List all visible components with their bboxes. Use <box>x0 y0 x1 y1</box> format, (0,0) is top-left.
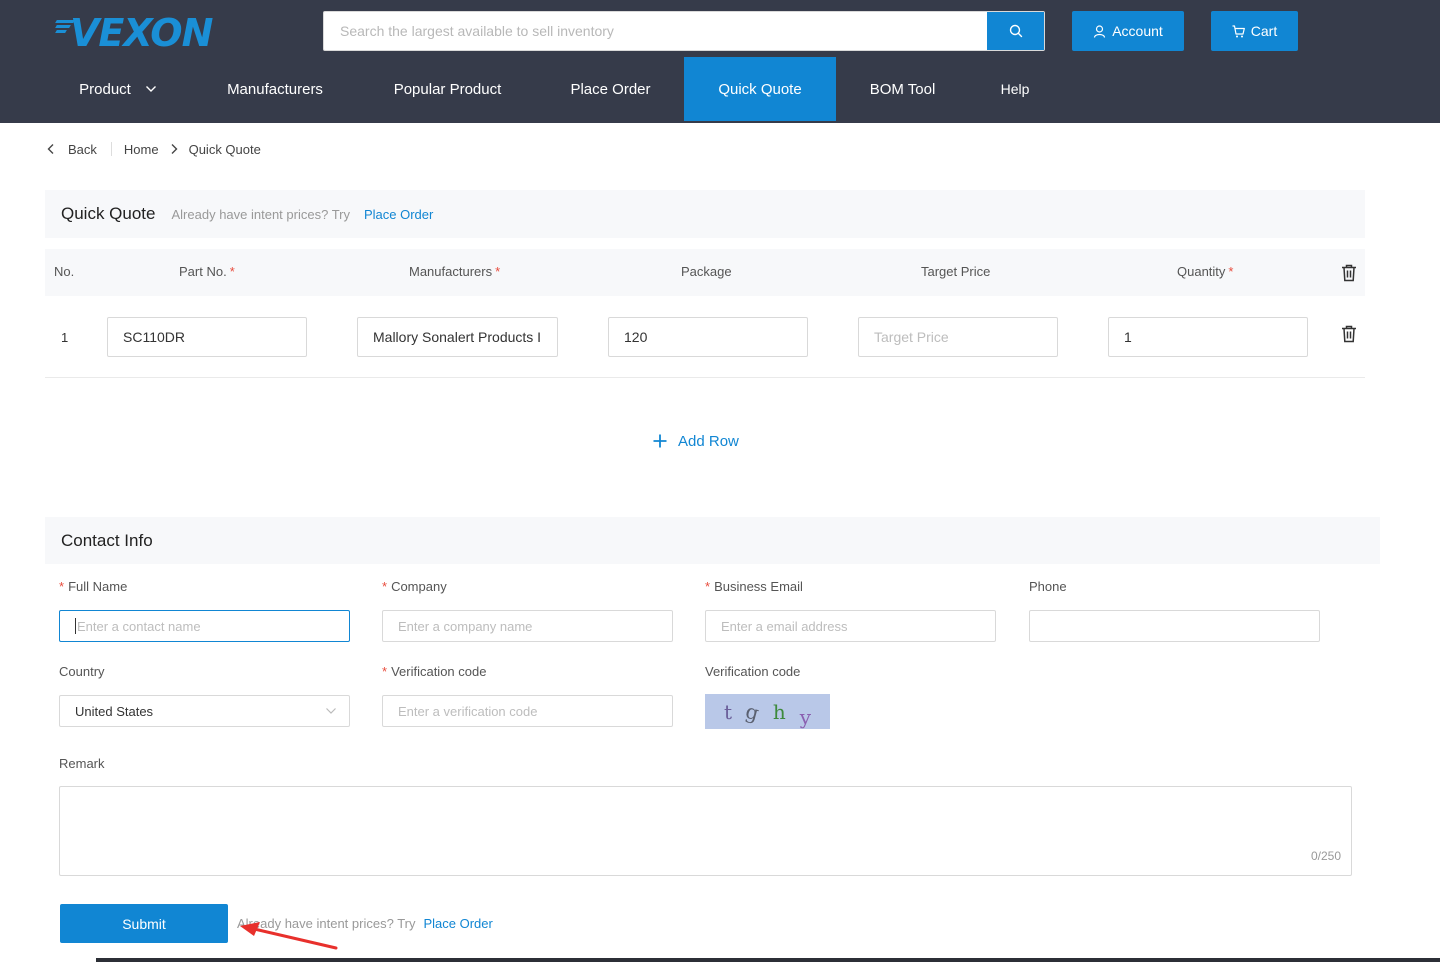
manufacturer-input[interactable]: Mallory Sonalert Products I <box>357 317 558 357</box>
logo-text: VEXON <box>70 11 213 55</box>
add-row-label: Add Row <box>678 432 739 450</box>
nav-item-label: Product <box>79 80 131 98</box>
verification-code-label: * Verification code <box>382 664 487 679</box>
nav-item-product[interactable]: Product <box>58 57 178 121</box>
top-header: VEXON Account Cart Product Manufacturers… <box>0 0 1440 123</box>
search-input[interactable] <box>324 12 988 50</box>
logo-speed-lines-icon <box>55 20 78 34</box>
row-number: 1 <box>61 330 69 345</box>
annotation-arrow-icon <box>240 922 338 950</box>
search-icon <box>1009 24 1022 38</box>
col-quantity: Quantity * <box>1177 264 1234 279</box>
quote-table-header: No. Part No. * Manufacturers * Package Tar… <box>45 249 1365 296</box>
taskbar-strip <box>96 958 1440 962</box>
country-label: Country <box>59 664 105 679</box>
captcha-char: t <box>723 699 733 724</box>
company-input[interactable]: Enter a company name <box>382 610 673 642</box>
chevron-left-icon <box>47 144 54 154</box>
nav-item-manufacturers[interactable]: Manufacturers <box>200 57 350 121</box>
add-row-button[interactable]: Add Row <box>652 430 739 452</box>
quantity-input[interactable]: 1 <box>1108 317 1308 357</box>
col-target-price: Target Price <box>921 264 991 279</box>
place-order-link[interactable]: Place Order <box>423 916 492 931</box>
nav-item-label: Quick Quote <box>718 80 802 98</box>
company-label: * Company <box>382 579 447 594</box>
remark-textarea[interactable]: 0/250 <box>59 786 1352 876</box>
phone-input[interactable] <box>1029 610 1320 642</box>
section-title: Quick Quote <box>61 204 156 223</box>
col-no: No. <box>54 264 75 279</box>
brand-logo[interactable]: VEXON <box>55 11 213 55</box>
col-manufacturers: Manufacturers * <box>409 264 501 279</box>
breadcrumb: Back Home Quick Quote <box>46 140 261 158</box>
captcha-char: h <box>772 699 786 724</box>
breadcrumb-divider <box>110 142 112 156</box>
nav-item-popular-product[interactable]: Popular Product <box>370 57 525 121</box>
nav-item-quick-quote[interactable]: Quick Quote <box>684 57 836 121</box>
table-row: 1 SC110DR Mallory Sonalert Products I 12… <box>45 297 1365 378</box>
user-icon <box>1094 24 1106 38</box>
search-button[interactable] <box>987 12 1044 50</box>
cart-button[interactable]: Cart <box>1211 11 1298 51</box>
breadcrumb-home[interactable]: Home <box>124 142 159 157</box>
place-order-link[interactable]: Place Order <box>364 207 433 222</box>
nav-item-label: Place Order <box>570 80 651 98</box>
chevron-right-icon <box>171 144 178 154</box>
target-price-input[interactable]: Target Price <box>858 317 1058 357</box>
package-input[interactable]: 120 <box>608 317 808 357</box>
captcha-image[interactable]: t g h y <box>705 694 830 729</box>
captcha-char: y <box>799 704 811 729</box>
chevron-down-icon <box>326 708 336 714</box>
remark-label: Remark <box>59 756 105 771</box>
plus-icon <box>653 434 667 448</box>
phone-label: Phone <box>1029 579 1067 594</box>
nav-item-bom-tool[interactable]: BOM Tool <box>850 57 955 121</box>
captcha-char: g <box>743 698 762 725</box>
cart-icon <box>1232 24 1245 37</box>
delete-all-icon[interactable] <box>1341 264 1357 282</box>
nav-item-label: Help <box>1000 81 1030 97</box>
email-label: * Business Email <box>705 579 803 594</box>
cart-label: Cart <box>1250 23 1278 39</box>
main-nav: Product Manufacturers Popular Product Pl… <box>0 57 1440 123</box>
nav-item-place-order[interactable]: Place Order <box>548 57 673 121</box>
country-value: United States <box>75 703 154 719</box>
nav-item-help[interactable]: Help <box>985 57 1045 121</box>
verification-code-input[interactable]: Enter a verification code <box>382 695 673 727</box>
nav-item-label: Manufacturers <box>227 80 323 98</box>
captcha-label: Verification code <box>705 664 801 679</box>
col-part-no: Part No. * <box>179 264 235 279</box>
text-caret <box>75 618 76 634</box>
submit-label: Submit <box>122 915 166 932</box>
section-hint: Already have intent prices? Try <box>171 206 350 222</box>
account-label: Account <box>1112 23 1163 39</box>
submit-button[interactable]: Submit <box>60 904 228 943</box>
delete-row-icon[interactable] <box>1341 325 1357 343</box>
nav-item-label: Popular Product <box>393 80 502 98</box>
email-input[interactable]: Enter a email address <box>705 610 996 642</box>
chevron-down-icon <box>145 86 156 92</box>
country-select[interactable]: United States <box>59 695 350 727</box>
section-title: Contact Info <box>61 530 153 550</box>
col-package: Package <box>681 264 732 279</box>
search-bar <box>323 11 1045 51</box>
full-name-input[interactable]: Enter a contact name <box>59 610 350 642</box>
quick-quote-header: Quick Quote Already have intent prices? … <box>45 190 1365 238</box>
contact-info-header: Contact Info <box>45 517 1380 564</box>
nav-item-label: BOM Tool <box>869 80 936 98</box>
part-no-input[interactable]: SC110DR <box>107 317 307 357</box>
account-button[interactable]: Account <box>1072 11 1184 51</box>
back-link[interactable]: Back <box>68 142 97 157</box>
full-name-label: * Full Name <box>59 579 128 594</box>
char-counter: 0/250 <box>1310 849 1341 863</box>
breadcrumb-current: Quick Quote <box>188 141 261 157</box>
